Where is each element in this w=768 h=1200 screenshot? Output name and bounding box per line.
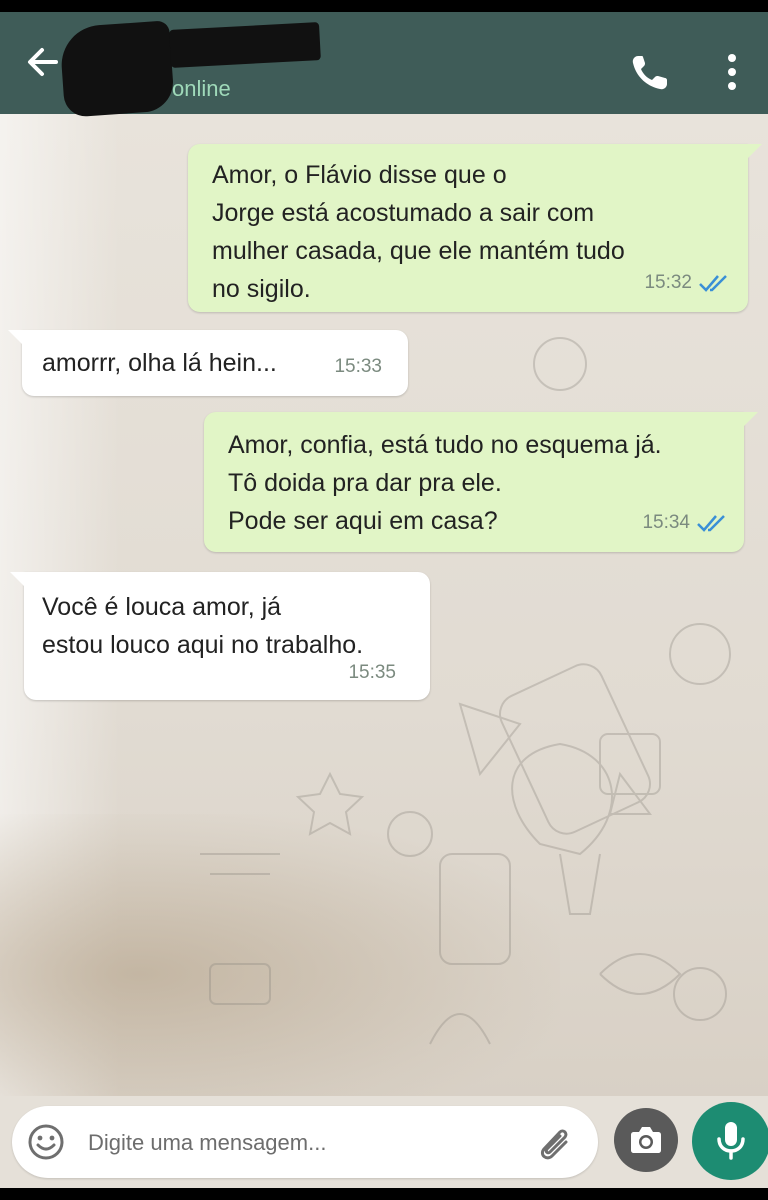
- more-options-button[interactable]: [722, 50, 742, 94]
- emoji-button[interactable]: [26, 1122, 66, 1162]
- back-button[interactable]: [22, 40, 66, 84]
- chat-messages-area[interactable]: Amor, o Flávio disse que o Jorge está ac…: [0, 114, 768, 1108]
- message-text: Você é louca amor, já estou louco aqui n…: [42, 593, 364, 659]
- back-arrow-icon: [28, 48, 58, 76]
- message-time: 15:34: [642, 512, 690, 533]
- read-receipt-icon: [697, 515, 725, 532]
- message-time: 15:35: [348, 662, 396, 683]
- message-text: amorrr, olha lá hein...: [42, 349, 277, 377]
- more-vert-icon: [728, 54, 736, 90]
- message-time: 15:32: [644, 272, 692, 293]
- message-meta: 15:32: [644, 264, 732, 302]
- attach-button[interactable]: [532, 1122, 576, 1162]
- contact-status: online: [172, 76, 231, 101]
- camera-button[interactable]: [614, 1108, 678, 1172]
- outgoing-message[interactable]: Amor, o Flávio disse que o Jorge está ac…: [188, 144, 762, 312]
- message-composer: [0, 1096, 768, 1188]
- voice-call-button[interactable]: [626, 50, 676, 94]
- incoming-message[interactable]: Você é louca amor, já estou louco aqui n…: [10, 572, 430, 700]
- message-text: Amor, o Flávio disse que o Jorge está ac…: [212, 161, 625, 303]
- mic-icon: [717, 1122, 745, 1160]
- bubble-tail: [10, 572, 26, 588]
- outgoing-message[interactable]: Amor, confia, está tudo no esquema já. T…: [204, 412, 758, 552]
- chat-screen: online Amor, o Flávio disse que o Jorge …: [0, 12, 768, 1188]
- voice-message-button[interactable]: [692, 1102, 768, 1180]
- message-text: Amor, confia, está tudo no esquema já. T…: [228, 431, 662, 535]
- phone-icon: [632, 56, 667, 90]
- bubble-tail: [742, 412, 758, 428]
- chat-header: online: [0, 12, 768, 118]
- emoji-icon: [28, 1124, 64, 1160]
- camera-icon: [631, 1127, 661, 1153]
- contact-name-redacted[interactable]: [169, 22, 321, 68]
- message-meta: 15:34: [642, 504, 730, 542]
- bubble-tail: [746, 144, 762, 160]
- contact-avatar-redacted[interactable]: [58, 20, 176, 118]
- message-input[interactable]: [86, 1118, 510, 1168]
- message-meta: 15:35: [348, 654, 396, 692]
- message-meta: 15:33: [334, 348, 382, 386]
- read-receipt-icon: [699, 275, 727, 292]
- message-input-container[interactable]: [12, 1106, 598, 1178]
- incoming-message[interactable]: amorrr, olha lá hein... 15:33: [8, 330, 408, 396]
- paperclip-icon: [540, 1129, 568, 1160]
- bubble-tail: [8, 330, 24, 346]
- message-time: 15:33: [334, 356, 382, 377]
